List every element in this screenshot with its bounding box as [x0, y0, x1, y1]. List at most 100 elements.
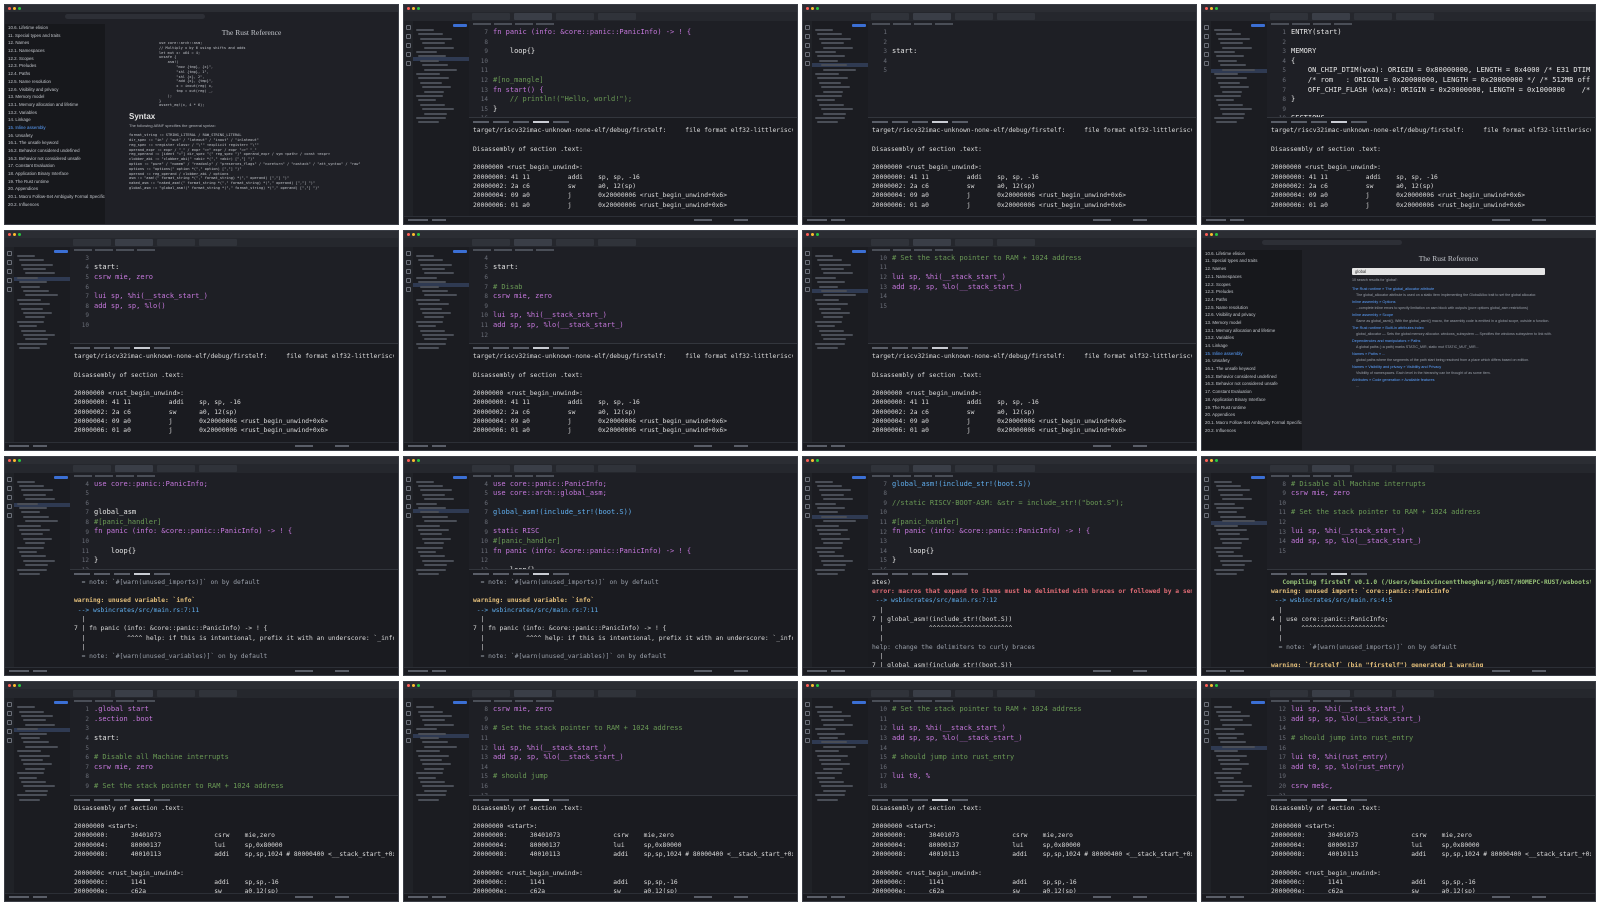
explorer-tree-item[interactable]: [1218, 489, 1250, 492]
extensions-icon[interactable]: [7, 512, 12, 518]
files-icon[interactable]: [406, 702, 411, 708]
explorer-tree-item[interactable]: [1214, 502, 1235, 505]
explorer-tree-item[interactable]: [23, 267, 46, 270]
code-editor[interactable]: 10 11 12 13 14 15 16 17 18 # Set the stack pointe…: [868, 698, 1196, 795]
explorer-tree-item[interactable]: [418, 325, 436, 328]
code-editor[interactable]: 78910111213141516fn panic (info: &core::…: [469, 21, 797, 122]
minimize-icon[interactable]: [1210, 458, 1213, 462]
extensions-icon[interactable]: [406, 512, 411, 518]
explorer-tree-item[interactable]: [1220, 719, 1243, 722]
search-icon[interactable]: [7, 485, 12, 491]
editor-tab[interactable]: [556, 690, 594, 698]
sidebar-item[interactable]: 12.3. Preludes: [1202, 288, 1302, 296]
explorer-tree-item[interactable]: [19, 550, 37, 553]
explorer-tree-item[interactable]: [420, 37, 452, 40]
explorer-tree-item[interactable]: [424, 745, 457, 748]
explorer-tree-item[interactable]: [21, 511, 40, 514]
breadcrumb-segment[interactable]: [914, 23, 932, 25]
explorer-tree-item[interactable]: [819, 737, 838, 740]
explorer-tree-item[interactable]: [817, 754, 848, 757]
minimize-icon[interactable]: [1210, 7, 1213, 10]
explorer-tree-item[interactable]: [420, 285, 439, 288]
explorer-tree-item[interactable]: [823, 294, 856, 297]
search-icon[interactable]: [406, 711, 411, 717]
panel-tab-problems[interactable]: [473, 121, 489, 124]
status-item[interactable]: [295, 896, 313, 898]
explorer-tree-item[interactable]: [817, 732, 845, 735]
panel-tab-ports[interactable]: [154, 572, 170, 575]
status-item[interactable]: [295, 670, 313, 673]
close-icon[interactable]: [806, 232, 809, 236]
explorer-tree-item[interactable]: [1214, 95, 1241, 97]
search-icon[interactable]: [406, 259, 411, 265]
explorer-tree-item[interactable]: [19, 572, 40, 575]
panel-tab-debug-console[interactable]: [912, 347, 928, 349]
breadcrumb-segment[interactable]: [872, 700, 890, 703]
panel-tab-problems[interactable]: [1271, 121, 1287, 124]
explorer-tree-item[interactable]: [817, 550, 835, 553]
explorer-tree-item[interactable]: [815, 342, 845, 345]
explorer-tree-item[interactable]: [424, 272, 454, 275]
sidebar-item[interactable]: 16.3. Behavior not considered unsafe: [5, 155, 105, 163]
breadcrumb-segment[interactable]: [1334, 700, 1352, 703]
explorer-tree-item[interactable]: [25, 272, 55, 275]
breadcrumb-segment[interactable]: [1292, 474, 1310, 477]
close-icon[interactable]: [407, 7, 410, 10]
debug-icon[interactable]: [7, 277, 12, 283]
breadcrumb-segment[interactable]: [536, 700, 554, 703]
panel-tab-terminal[interactable]: [533, 572, 549, 575]
status-item[interactable]: [807, 444, 827, 447]
explorer-tree-item[interactable]: [420, 81, 442, 84]
explorer-tree-item[interactable]: [418, 33, 443, 36]
minimize-icon[interactable]: [13, 684, 16, 688]
breadcrumb-segment[interactable]: [893, 700, 911, 703]
status-item[interactable]: [694, 444, 712, 447]
explorer-tree-item[interactable]: [25, 745, 58, 748]
code-editor[interactable]: 12345678910ENTRY(start)MEMORY{ ON_CHIP_D…: [1267, 21, 1595, 122]
source-control-icon[interactable]: [7, 720, 12, 726]
explorer-tree-item[interactable]: [823, 767, 843, 770]
panel-tab-ports[interactable]: [952, 121, 968, 124]
panel-tab-problems[interactable]: [473, 572, 489, 575]
editor-tab[interactable]: [1396, 690, 1434, 698]
explorer-tree-item[interactable]: [821, 86, 850, 89]
panel-tab-output[interactable]: [892, 798, 908, 801]
editor-tab[interactable]: [157, 238, 195, 246]
explorer-tree-item[interactable]: [422, 333, 454, 336]
explorer-tree-item[interactable]: [1218, 533, 1240, 536]
sidebar-item[interactable]: 16.2. Behavior considered undefined: [1202, 373, 1302, 381]
explorer-tree-item[interactable]: [817, 347, 838, 350]
breadcrumb-segment[interactable]: [1271, 700, 1289, 703]
explorer-tree-item[interactable]: [823, 46, 853, 49]
explorer-tree-item[interactable]: [23, 311, 52, 314]
explorer-tree-item[interactable]: [823, 272, 853, 275]
explorer-tree-item[interactable]: [821, 267, 844, 270]
explorer-tree-item[interactable]: [422, 763, 451, 766]
explorer-tree-item[interactable]: [1216, 798, 1237, 801]
sidebar-item[interactable]: 20.2. Influences: [5, 201, 105, 209]
explorer-tree-item[interactable]: [416, 276, 437, 279]
status-item[interactable]: [831, 444, 845, 447]
explorer-tree-item[interactable]: [821, 493, 844, 496]
explorer-tree-item[interactable]: [815, 51, 836, 53]
explorer-tree-item[interactable]: [823, 338, 846, 341]
breadcrumb-segment[interactable]: [494, 700, 512, 703]
code-editor[interactable]: 45678910111213use core::panic::PanicInfo…: [70, 472, 398, 574]
editor-tab[interactable]: [1270, 13, 1308, 20]
explorer-tree-item[interactable]: [821, 42, 844, 45]
explorer-tree-item[interactable]: [418, 710, 443, 713]
explorer-tree-item[interactable]: [418, 528, 449, 531]
explorer-tree-item[interactable]: [1220, 537, 1249, 540]
sidebar-item[interactable]: 12.6. Visibility and privacy: [5, 86, 105, 94]
explorer-tree-item[interactable]: [416, 117, 446, 119]
panel-tab-terminal[interactable]: [533, 798, 549, 801]
editor-tab[interactable]: [955, 238, 993, 246]
explorer-tree-item[interactable]: [821, 559, 853, 562]
explorer-tree-item[interactable]: [815, 298, 839, 301]
explorer-tree-item[interactable]: [823, 316, 843, 319]
search-icon[interactable]: [805, 711, 810, 717]
panel-tab-output[interactable]: [1291, 798, 1307, 801]
explorer-tree-item[interactable]: [418, 99, 436, 102]
debug-icon[interactable]: [805, 277, 810, 283]
maximize-icon[interactable]: [816, 684, 819, 688]
